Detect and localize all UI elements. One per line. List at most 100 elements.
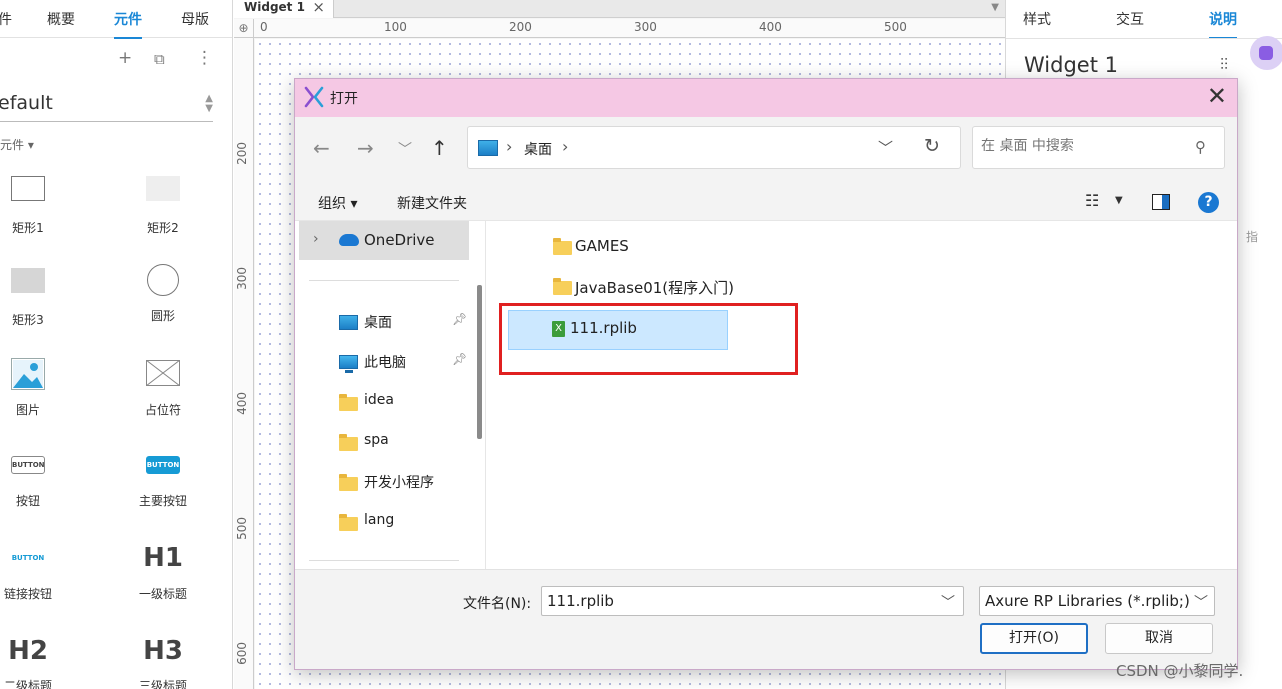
library-select[interactable]: efault ▲ ▼ (0, 88, 213, 122)
cancel-button[interactable]: 取消 (1105, 623, 1213, 654)
widget-placeholder[interactable]: 占位符 (103, 360, 223, 440)
widget-label: 矩形3 (12, 313, 44, 327)
ruler-tick: 600 (235, 642, 249, 665)
pane-splitter[interactable] (485, 221, 486, 569)
search-icon[interactable]: ⚲ (1195, 138, 1206, 156)
widget-heading-2[interactable]: H2 二级标题 (0, 635, 88, 689)
widget-label: 按钮 (15, 494, 40, 508)
widget-primary-button[interactable]: BUTTON 主要按钮 (103, 456, 223, 536)
divider (1006, 38, 1282, 39)
side-label: 指 (1246, 230, 1259, 244)
tab-outline[interactable]: 概要 (47, 9, 75, 29)
circle-icon (147, 264, 179, 296)
tab-pages[interactable]: 件 (0, 9, 12, 29)
organize-menu[interactable]: 组织 ▾ (318, 193, 357, 213)
breadcrumb-desktop[interactable]: 桌面 (524, 139, 552, 159)
back-arrow-icon[interactable]: ← (313, 136, 330, 160)
crosshair-icon[interactable]: ⊕ (234, 19, 254, 38)
dialog-footer: 文件名(N): ﹀ Axure RP Libraries (*.rplib;) … (295, 569, 1237, 669)
widget-rectangle-3[interactable]: 矩形3 (0, 268, 88, 348)
folder-icon (553, 278, 572, 295)
assistant-icon[interactable] (1250, 36, 1282, 70)
refresh-icon[interactable]: ↻ (924, 135, 940, 157)
preview-pane-icon[interactable] (1152, 194, 1170, 210)
recent-chevron-icon[interactable]: ﹀ (398, 139, 412, 159)
nav-item-idea[interactable]: idea (331, 387, 471, 417)
widget-rectangle-2[interactable]: 矩形2 (103, 176, 223, 256)
widget-label: 三级标题 (138, 679, 187, 689)
widget-heading-1[interactable]: H1 一级标题 (103, 542, 223, 622)
onedrive-cloud-icon (339, 234, 359, 246)
file-list: GAMES JavaBase01(程序入门) X 111.rplib (491, 221, 1237, 569)
new-folder-button[interactable]: 新建文件夹 (397, 193, 467, 213)
widget-label: 占位符 (144, 403, 181, 417)
tab-interactions[interactable]: 交互 (1116, 9, 1144, 29)
nav-item-label: OneDrive (364, 231, 435, 249)
tab-masters[interactable]: 母版 (181, 9, 209, 29)
tab-notes[interactable]: 说明 (1209, 9, 1237, 39)
chevron-down-icon[interactable]: ﹀ (1194, 592, 1208, 612)
file-name: JavaBase01(程序入门) (575, 279, 735, 297)
chevron-right-icon[interactable]: › (313, 231, 319, 247)
close-icon[interactable]: × (312, 0, 325, 16)
pin-icon[interactable]: 📌︎ (452, 312, 467, 326)
address-bar[interactable]: › 桌面 › ﹀ ↻ (467, 126, 961, 169)
widget-circle[interactable]: 圆形 (103, 264, 223, 344)
widget-link-button[interactable]: BUTTON 链接按钮 (0, 549, 88, 629)
search-input[interactable] (981, 138, 1181, 154)
folder-icon (339, 474, 358, 491)
search-box[interactable]: ⚲ (972, 126, 1225, 169)
tab-style[interactable]: 样式 (1023, 9, 1051, 29)
computer-icon (339, 355, 358, 373)
filename-input[interactable] (547, 592, 927, 610)
view-list-icon[interactable]: ☷ (1085, 191, 1099, 210)
copy-icon[interactable]: ⧉ (154, 50, 165, 68)
nav-item-label: 桌面 (364, 315, 392, 331)
nav-item-spa[interactable]: spa (331, 427, 471, 457)
nav-item-desktop[interactable]: 桌面 📌︎ (331, 307, 471, 337)
more-icon[interactable]: ⋮ (196, 48, 213, 68)
help-icon[interactable]: ? (1198, 192, 1219, 213)
folder-icon (553, 238, 572, 255)
nav-item-this-pc[interactable]: 此电脑 📌︎ (331, 347, 471, 377)
nav-item-lang[interactable]: lang (331, 507, 471, 537)
forward-arrow-icon[interactable]: → (357, 136, 374, 160)
widget-image[interactable]: 图片 (0, 358, 88, 438)
h1-preview: H1 (143, 543, 183, 573)
library-filter[interactable]: 本元件 ▾ (0, 136, 34, 153)
add-icon[interactable]: + (118, 48, 132, 68)
filename-combobox[interactable]: ﹀ (541, 586, 964, 616)
open-button[interactable]: 打开(O) (980, 623, 1088, 654)
list-item-games[interactable]: GAMES (543, 229, 793, 269)
view-dropdown-icon[interactable]: ▼ (1115, 195, 1123, 206)
nav-item-onedrive[interactable]: › OneDrive (299, 221, 469, 260)
widget-heading-3[interactable]: H3 三级标题 (103, 635, 223, 689)
open-file-dialog: 打开 ✕ ← → ﹀ ↑ › 桌面 › ﹀ ↻ ⚲ 组织 ▾ 新建文件夹 ☷ ▼… (294, 78, 1238, 670)
dialog-titlebar[interactable]: 打开 ✕ (295, 79, 1237, 117)
divider (309, 560, 459, 561)
navigation-row: ← → ﹀ ↑ › 桌面 › ﹀ ↻ ⚲ (295, 117, 1237, 183)
tab-widgets[interactable]: 元件 (114, 9, 142, 39)
sliders-icon[interactable]: ⫶⫶ (1220, 55, 1228, 75)
widget-rectangle-1[interactable]: 矩形1 (0, 176, 88, 256)
left-panel: 件 概要 元件 母版 + ⧉ ⋮ efault ▲▼ 本元件 ▾ 矩形1 矩形2… (0, 0, 233, 689)
widget-button[interactable]: BUTTON 按钮 (0, 456, 88, 536)
pin-icon[interactable]: 📌︎ (452, 352, 467, 366)
nav-scrollbar[interactable] (477, 285, 482, 439)
file-type-select[interactable]: Axure RP Libraries (*.rplib;) ﹀ (979, 586, 1215, 616)
document-tab[interactable]: Widget 1 × (234, 0, 334, 18)
vertical-ruler: 200 300 400 500 600 (234, 38, 254, 689)
chevron-down-icon[interactable]: ﹀ (941, 592, 955, 612)
nav-item-label: lang (364, 512, 395, 528)
close-icon[interactable]: ✕ (1207, 83, 1227, 109)
ruler-tick: 400 (235, 392, 249, 415)
h2-preview: H2 (8, 636, 48, 666)
chevron-down-icon[interactable]: ﹀ (878, 137, 893, 158)
up-arrow-icon[interactable]: ↑ (431, 136, 448, 160)
chevron-down-icon[interactable]: ▼ (991, 2, 999, 13)
nav-item-label: spa (364, 432, 389, 448)
widget-label: 一级标题 (138, 587, 187, 601)
rectangle-icon (11, 176, 45, 201)
rectangle-icon (11, 268, 45, 293)
nav-item-miniprogram[interactable]: 开发小程序 (331, 467, 471, 497)
